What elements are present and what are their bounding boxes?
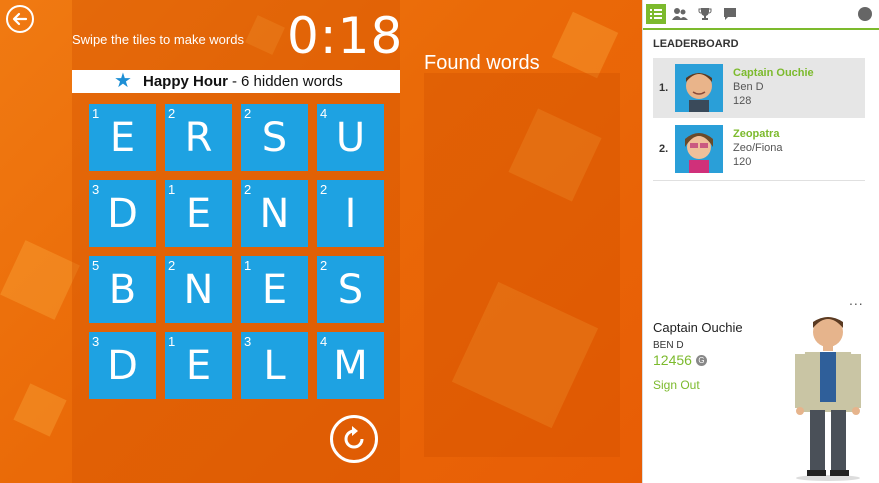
panel-tab-bar xyxy=(643,0,879,30)
countdown-timer: 0:18 xyxy=(287,7,404,65)
game-area: Swipe the tiles to make words 0:18 ★ Hap… xyxy=(0,0,642,483)
tile-points: 3 xyxy=(92,334,100,349)
gamerscore-value: 12456 xyxy=(653,352,692,368)
friends-tab[interactable] xyxy=(670,4,690,24)
tile-letter: E xyxy=(185,190,212,237)
list-icon xyxy=(650,9,662,19)
leaderboard-score: 128 xyxy=(733,95,752,107)
leaderboard-score: 120 xyxy=(733,156,752,168)
hidden-words-banner: ★ Happy Hour - 6 hidden words xyxy=(72,70,400,93)
letter-tile[interactable]: 2N xyxy=(165,256,232,323)
shuffle-button[interactable] xyxy=(330,415,378,463)
letter-grid: 1E 2R 2S 4U 3D 1E 2N 2I 5B 2N 1E 2S 3D 1… xyxy=(89,104,385,400)
tile-points: 2 xyxy=(168,106,176,121)
letter-tile[interactable]: 1E xyxy=(241,256,308,323)
tile-letter: B xyxy=(108,266,137,313)
tile-points: 2 xyxy=(168,258,176,273)
tile-points: 4 xyxy=(320,334,328,349)
letter-tile[interactable]: 5B xyxy=(89,256,156,323)
leaderboard-gamertag: Captain Ouchie xyxy=(733,67,814,79)
refresh-icon xyxy=(344,426,364,449)
message-icon xyxy=(724,8,736,20)
letter-tile[interactable]: 3D xyxy=(89,180,156,247)
tile-letter: D xyxy=(107,342,138,389)
tile-points: 1 xyxy=(244,258,252,273)
letter-tile[interactable]: 1E xyxy=(165,180,232,247)
background-decoration xyxy=(551,11,619,79)
profile-realname: BEN D xyxy=(653,340,684,351)
back-arrow-icon xyxy=(12,12,28,26)
banner-separator: - xyxy=(232,73,238,90)
tile-letter: M xyxy=(333,342,368,389)
leaderboard-gamertag: Zeopatra xyxy=(733,128,780,140)
avatar xyxy=(675,125,723,173)
background-decoration xyxy=(0,240,80,320)
star-icon: ★ xyxy=(114,70,132,92)
profile-gamerscore: 12456 G xyxy=(653,352,707,368)
tile-letter: S xyxy=(337,266,364,313)
found-words-panel xyxy=(424,73,620,457)
leaderboard-tab[interactable] xyxy=(646,4,666,24)
tile-points: 1 xyxy=(168,334,176,349)
leaderboard-row[interactable]: 2. Zeopatra Zeo/Fiona 120 xyxy=(653,119,865,179)
tile-letter: U xyxy=(335,114,366,161)
avatar xyxy=(675,64,723,112)
leaderboard-title: LEADERBOARD xyxy=(653,38,739,50)
achievements-tab[interactable] xyxy=(695,4,715,24)
tile-letter: L xyxy=(263,342,286,389)
letter-tile[interactable]: 2S xyxy=(317,256,384,323)
messages-tab[interactable] xyxy=(720,4,740,24)
tile-letter: N xyxy=(259,190,290,237)
tile-letter: N xyxy=(183,266,214,313)
letter-tile[interactable]: 2S xyxy=(241,104,308,171)
tile-letter: R xyxy=(184,114,213,161)
more-options-button[interactable]: ... xyxy=(849,292,864,308)
leaderboard-realname: Zeo/Fiona xyxy=(733,142,783,154)
tile-points: 5 xyxy=(92,258,100,273)
letter-tile[interactable]: 3L xyxy=(241,332,308,399)
tile-points: 2 xyxy=(244,106,252,121)
tile-points: 4 xyxy=(320,106,328,121)
profile-avatar xyxy=(783,312,873,482)
tile-points: 2 xyxy=(320,182,328,197)
banner-subtitle: 6 hidden words xyxy=(241,73,343,90)
tile-letter: I xyxy=(344,190,357,237)
tile-letter: S xyxy=(261,114,288,161)
letter-tile[interactable]: 2N xyxy=(241,180,308,247)
letter-tile[interactable]: 4U xyxy=(317,104,384,171)
leaderboard-rank: 2. xyxy=(659,143,669,155)
friends-icon xyxy=(672,8,688,20)
letter-tile[interactable]: 4M xyxy=(317,332,384,399)
tile-points: 1 xyxy=(168,182,176,197)
letter-tile[interactable]: 1E xyxy=(89,104,156,171)
leaderboard-rank: 1. xyxy=(659,82,669,94)
letter-tile[interactable]: 3D xyxy=(89,332,156,399)
tile-letter: E xyxy=(261,266,288,313)
background-decoration xyxy=(13,383,67,437)
instructions-text: Swipe the tiles to make words xyxy=(72,32,244,47)
back-button[interactable] xyxy=(6,5,34,33)
letter-tile[interactable]: 1E xyxy=(165,332,232,399)
gamerscore-icon: G xyxy=(695,354,707,366)
banner-title: Happy Hour xyxy=(143,73,229,90)
sign-out-link[interactable]: Sign Out xyxy=(653,378,700,392)
letter-tile[interactable]: 2R xyxy=(165,104,232,171)
tile-points: 3 xyxy=(92,182,100,197)
social-panel: LEADERBOARD 1. Captain Ouchie Ben D 128 … xyxy=(642,0,879,483)
divider xyxy=(653,180,865,181)
tile-points: 3 xyxy=(244,334,252,349)
tile-letter: E xyxy=(109,114,136,161)
tile-points: 2 xyxy=(244,182,252,197)
tile-letter: E xyxy=(185,342,212,389)
trophy-icon xyxy=(698,8,712,20)
leaderboard-row[interactable]: 1. Captain Ouchie Ben D 128 xyxy=(653,58,865,118)
tile-points: 2 xyxy=(320,258,328,273)
found-words-title: Found words xyxy=(424,52,540,74)
letter-tile[interactable]: 2I xyxy=(317,180,384,247)
sync-icon[interactable] xyxy=(858,7,872,21)
tile-letter: D xyxy=(107,190,138,237)
profile-gamertag: Captain Ouchie xyxy=(653,320,743,335)
tile-points: 1 xyxy=(92,106,100,121)
leaderboard-realname: Ben D xyxy=(733,81,764,93)
